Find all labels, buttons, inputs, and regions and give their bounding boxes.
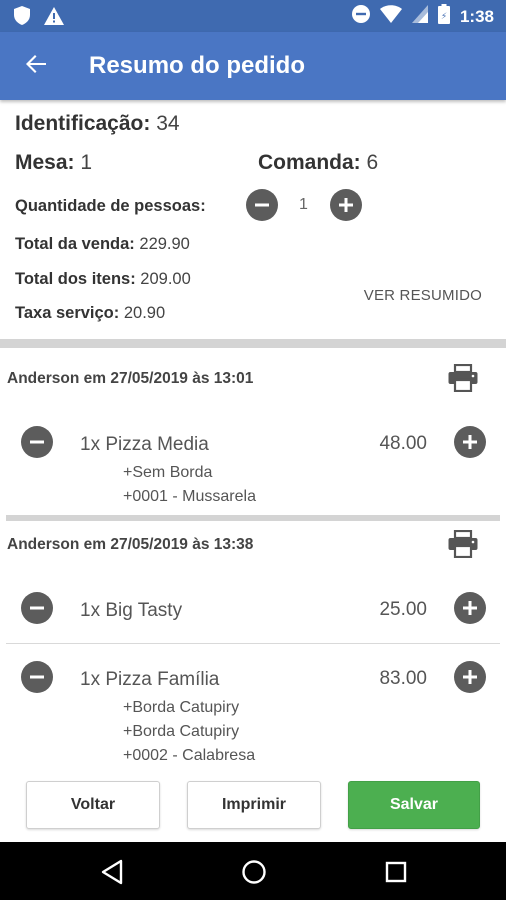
print-order-button[interactable] [447,363,479,393]
pessoas-label: Quantidade de pessoas: [15,197,206,215]
order-item: 1x Big Tasty 25.00 [0,592,506,626]
nav-back-button[interactable] [98,858,126,886]
section-divider [0,339,506,348]
dnd-icon [351,5,370,28]
item-price: 83.00 [379,668,427,689]
comanda-text: Comanda: 6 [258,151,378,175]
order-header: Anderson em 27/05/2019 às 13:38 [7,536,254,553]
item-increment-button[interactable] [454,661,486,693]
plus-circle-icon [339,198,353,212]
pessoas-row: Quantidade de pessoas: 1 [0,189,506,223]
minus-circle-icon [30,675,44,679]
signal-icon [411,5,428,28]
item-addon: +0002 - Calabresa [123,747,256,764]
back-button[interactable] [20,50,52,82]
nav-home-button[interactable] [240,858,268,886]
item-addon: +Borda Catupiry [123,723,240,740]
item-addon: +Sem Borda [123,464,213,481]
printer-icon [448,529,478,559]
pessoas-decrement-button[interactable] [246,189,278,221]
item-addon: +Borda Catupiry [123,699,240,716]
pessoas-value: 1 [299,196,308,213]
total-venda-text: Total da venda: 229.90 [15,235,190,254]
salvar-button[interactable]: Salvar [348,781,480,829]
item-price: 25.00 [379,599,427,620]
identificacao-value: 34 [156,112,180,135]
mesa-text: Mesa: 1 [15,151,92,175]
total-itens-value: 209.00 [140,270,191,288]
identificacao-text: Identificação: 34 [15,112,180,136]
plus-circle-icon [463,601,477,615]
total-venda-label: Total da venda: [15,235,135,253]
total-venda-value: 229.90 [139,235,190,253]
warning-icon [44,6,64,30]
taxa-label: Taxa serviço: [15,304,120,322]
app-bar: Resumo do pedido [0,32,506,100]
svg-text:⚡: ⚡ [441,12,447,22]
printer-icon [448,363,478,393]
item-addon: +0001 - Mussarela [123,488,256,505]
nav-back-icon [101,859,123,885]
order-item: 1x Pizza Media 48.00 +Sem Borda +0001 - … [0,426,506,508]
wifi-icon [379,5,402,28]
mesa-value: 1 [80,151,93,174]
system-nav-bar [0,842,506,900]
item-name: 1x Pizza Media [80,434,209,455]
minus-circle-icon [30,440,44,444]
minus-circle-icon [255,203,269,207]
imprimir-button[interactable]: Imprimir [187,781,321,829]
page-title: Resumo do pedido [89,52,305,79]
total-itens-text: Total dos itens: 209.00 [15,270,191,289]
status-time: 1:38 [459,6,494,26]
item-increment-button[interactable] [454,592,486,624]
voltar-button[interactable]: Voltar [26,781,160,829]
item-name: 1x Pizza Família [80,669,220,690]
nav-recents-icon [385,861,407,883]
identificacao-label: Identificação: [15,112,151,135]
mesa-label: Mesa: [15,151,75,174]
taxa-text: Taxa serviço: 20.90 [15,304,165,323]
order-header: Anderson em 27/05/2019 às 13:01 [7,370,254,387]
ver-resumido-button[interactable]: VER RESUMIDO [364,287,482,304]
item-increment-button[interactable] [454,426,486,458]
taxa-value: 20.90 [123,304,166,322]
plus-circle-icon [463,670,477,684]
nav-home-icon [242,860,266,884]
item-decrement-button[interactable] [21,592,53,624]
item-price: 48.00 [379,433,427,454]
item-decrement-button[interactable] [21,661,53,693]
minus-circle-icon [30,606,44,610]
total-itens-label: Total dos itens: [15,270,136,288]
nav-recents-button[interactable] [382,858,410,886]
print-order-button[interactable] [447,529,479,559]
shield-icon [14,6,30,30]
comanda-value: 6 [366,151,379,174]
action-bar: Voltar Imprimir Salvar [0,772,506,842]
battery-icon: ⚡ [437,4,450,29]
pessoas-increment-button[interactable] [330,189,362,221]
arrow-left-icon [24,52,48,81]
order-divider [6,515,500,521]
plus-circle-icon [463,435,477,449]
comanda-label: Comanda: [258,151,361,174]
order-item: 1x Pizza Família 83.00 +Borda Catupiry +… [0,661,506,771]
status-bar: ⚡ 1:38 [0,0,506,32]
item-name: 1x Big Tasty [80,600,183,621]
item-decrement-button[interactable] [21,426,53,458]
item-divider [6,643,500,644]
